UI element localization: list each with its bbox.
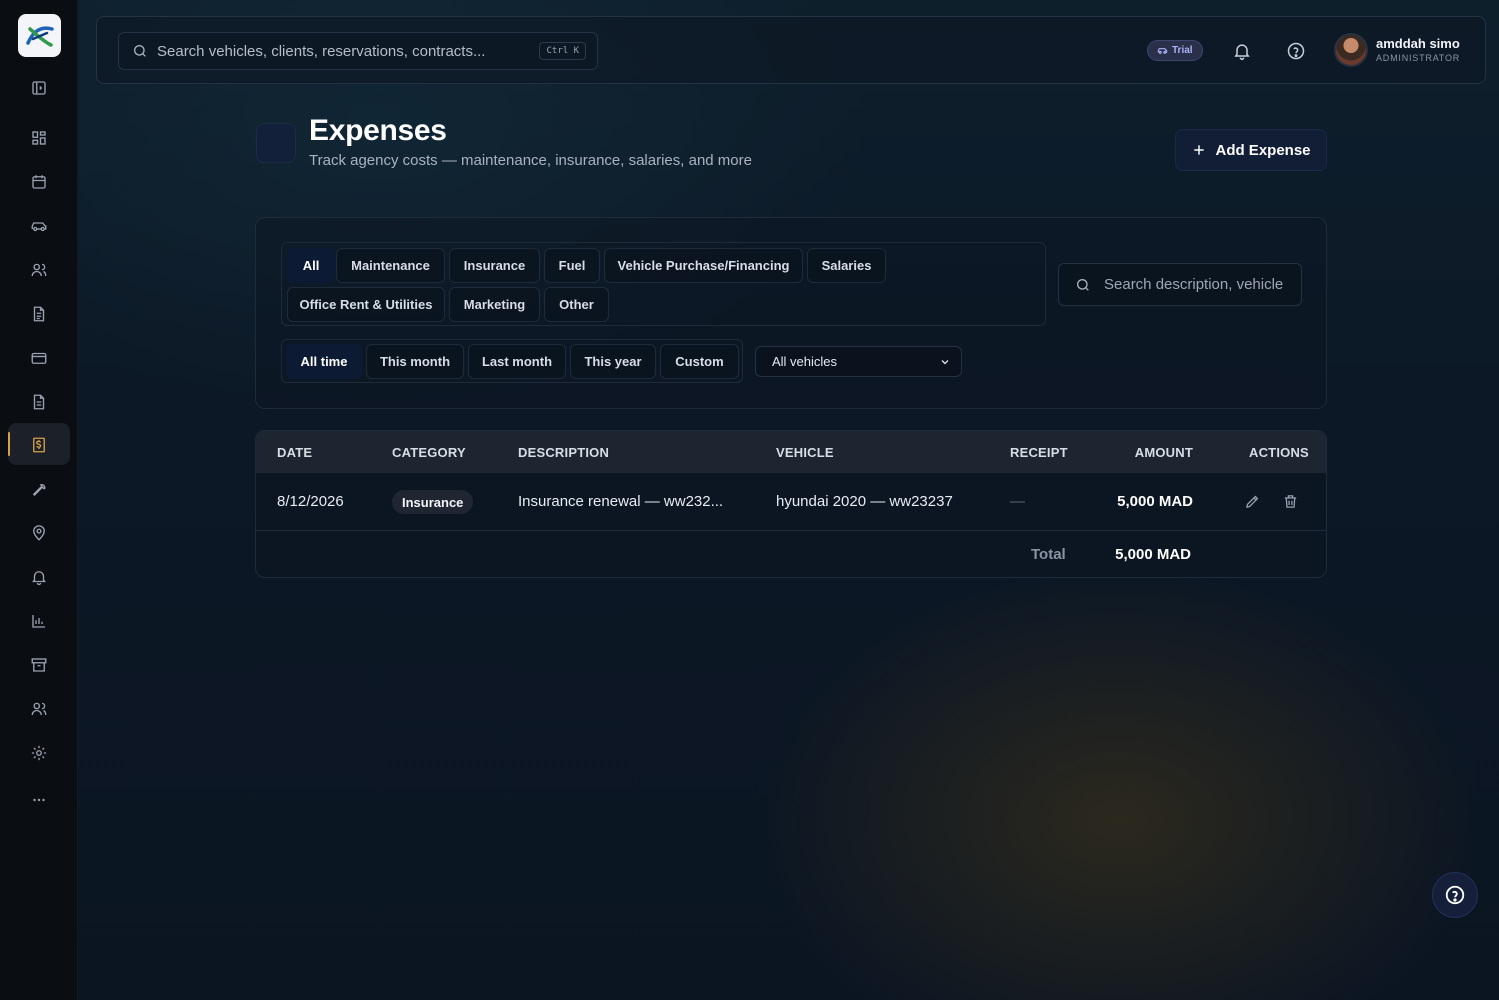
invoice-icon[interactable] bbox=[23, 386, 55, 418]
expense-search-placeholder: Search description, vehicle bbox=[1104, 276, 1284, 293]
expense-search-input[interactable]: Search description, vehicle bbox=[1058, 263, 1302, 306]
user-name: amddah simo bbox=[1376, 36, 1460, 51]
category-chip-fuel[interactable]: Fuel bbox=[544, 248, 600, 283]
chevron-down-icon bbox=[941, 359, 949, 364]
user-avatar[interactable] bbox=[1334, 33, 1368, 67]
column-header-actions: ACTIONS bbox=[1249, 445, 1309, 460]
page-icon bbox=[256, 123, 296, 163]
help-icon[interactable] bbox=[1284, 39, 1308, 63]
location-icon[interactable] bbox=[23, 517, 55, 549]
user-role: ADMINISTRATOR bbox=[1376, 53, 1461, 63]
contract-icon[interactable] bbox=[23, 298, 55, 330]
global-search-placeholder: Search vehicles, clients, reservations, … bbox=[157, 42, 486, 60]
settings-icon[interactable] bbox=[23, 737, 55, 769]
category-chip-marketing[interactable]: Marketing bbox=[449, 287, 540, 322]
trial-badge[interactable]: Trial bbox=[1147, 40, 1203, 61]
total-label: Total bbox=[1031, 546, 1066, 563]
category-chip-vehicle-purchase[interactable]: Vehicle Purchase/Financing bbox=[604, 248, 803, 283]
period-chip-all-time[interactable]: All time bbox=[286, 344, 362, 379]
column-header-receipt[interactable]: RECEIPT bbox=[1010, 445, 1068, 460]
car-icon bbox=[1157, 48, 1168, 54]
column-header-vehicle[interactable]: VEHICLE bbox=[776, 445, 834, 460]
sidebar bbox=[0, 0, 78, 1000]
column-header-amount[interactable]: AMOUNT bbox=[1135, 445, 1193, 460]
calendar-icon[interactable] bbox=[23, 166, 55, 198]
dashboard-icon[interactable] bbox=[23, 122, 55, 154]
vehicle-select-value: All vehicles bbox=[772, 354, 838, 369]
vehicle-select[interactable]: All vehicles bbox=[755, 346, 962, 377]
trial-label: Trial bbox=[1172, 45, 1193, 56]
table-row[interactable]: 8/12/2026 Insurance Insurance renewal — … bbox=[256, 473, 1326, 531]
help-icon bbox=[1445, 885, 1465, 905]
global-search-input[interactable]: Search vehicles, clients, reservations, … bbox=[118, 32, 598, 70]
edit-icon[interactable] bbox=[1244, 493, 1262, 511]
add-expense-button[interactable]: Add Expense bbox=[1175, 129, 1327, 171]
sidebar-active-indicator bbox=[8, 432, 10, 456]
expense-description: Insurance renewal — ww232... bbox=[518, 493, 724, 510]
period-chip-this-month[interactable]: This month bbox=[366, 344, 464, 379]
category-chip-other[interactable]: Other bbox=[544, 287, 609, 322]
search-shortcut-hint: Ctrl K bbox=[539, 42, 586, 60]
help-floating-button[interactable] bbox=[1432, 872, 1478, 918]
total-value: 5,000 MAD bbox=[1115, 546, 1191, 563]
notifications-bell-icon[interactable] bbox=[1230, 39, 1254, 63]
more-icon[interactable] bbox=[23, 784, 55, 816]
page-subtitle: Track agency costs — maintenance, insura… bbox=[309, 152, 752, 169]
expense-vehicle: hyundai 2020 — ww23237 bbox=[776, 493, 953, 510]
category-chip-salaries[interactable]: Salaries bbox=[807, 248, 886, 283]
sidebar-toggle-icon[interactable] bbox=[23, 72, 55, 104]
wrench-icon[interactable] bbox=[23, 473, 55, 505]
add-expense-label: Add Expense bbox=[1215, 141, 1311, 159]
reports-icon[interactable] bbox=[23, 605, 55, 637]
column-header-description[interactable]: DESCRIPTION bbox=[518, 445, 609, 460]
expense-receipt: — bbox=[1010, 493, 1025, 510]
period-chip-last-month[interactable]: Last month bbox=[468, 344, 566, 379]
bell-icon[interactable] bbox=[23, 561, 55, 593]
category-chip-maintenance[interactable]: Maintenance bbox=[336, 248, 445, 283]
category-chip-all[interactable]: All bbox=[287, 248, 335, 283]
credit-card-icon[interactable] bbox=[23, 342, 55, 374]
column-header-date[interactable]: DATE bbox=[277, 445, 312, 460]
delete-icon[interactable] bbox=[1282, 493, 1300, 511]
category-chip-office-rent[interactable]: Office Rent & Utilities bbox=[287, 287, 445, 322]
expenses-icon[interactable] bbox=[23, 429, 55, 461]
page-title: Expenses bbox=[309, 114, 447, 147]
table-header: DATE CATEGORY DESCRIPTION VEHICLE RECEIP… bbox=[256, 431, 1326, 473]
topbar: Search vehicles, clients, reservations, … bbox=[96, 16, 1486, 84]
search-icon bbox=[132, 43, 148, 59]
users-icon[interactable] bbox=[23, 254, 55, 286]
category-badge: Insurance bbox=[392, 490, 474, 514]
period-filter-group: All time This month Last month This year… bbox=[281, 339, 743, 383]
expenses-table: DATE CATEGORY DESCRIPTION VEHICLE RECEIP… bbox=[255, 430, 1327, 578]
column-header-category[interactable]: CATEGORY bbox=[392, 445, 466, 460]
filters-panel: All Maintenance Insurance Fuel Vehicle P… bbox=[255, 217, 1327, 409]
category-chip-insurance[interactable]: Insurance bbox=[449, 248, 540, 283]
app-logo[interactable] bbox=[18, 14, 61, 57]
plus-icon bbox=[1194, 145, 1205, 155]
period-chip-this-year[interactable]: This year bbox=[570, 344, 656, 379]
category-filter-group: All Maintenance Insurance Fuel Vehicle P… bbox=[281, 242, 1046, 326]
period-chip-custom[interactable]: Custom bbox=[660, 344, 739, 379]
search-icon bbox=[1075, 277, 1091, 293]
expense-date: 8/12/2026 bbox=[277, 493, 344, 510]
car-icon[interactable] bbox=[23, 210, 55, 242]
expense-amount: 5,000 MAD bbox=[1117, 493, 1193, 510]
archive-icon[interactable] bbox=[23, 649, 55, 681]
team-icon[interactable] bbox=[23, 693, 55, 725]
